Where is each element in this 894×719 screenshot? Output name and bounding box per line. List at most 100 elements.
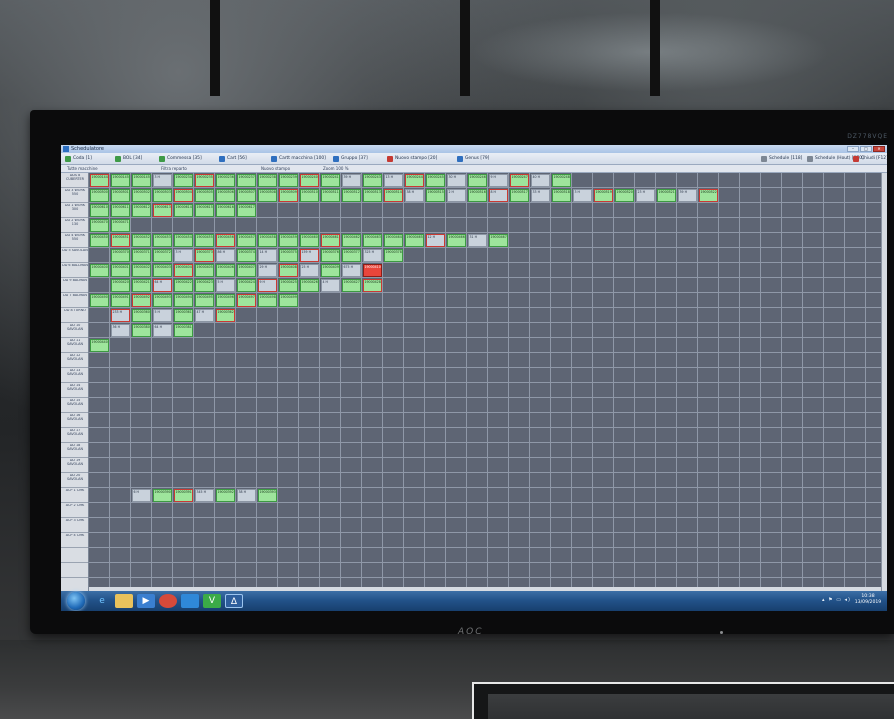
job-cell[interactable]: 19000405 [195, 264, 214, 277]
job-cell[interactable]: 8 H [489, 189, 508, 202]
outlook-icon[interactable] [181, 594, 199, 608]
job-cell[interactable]: 19000403 [153, 264, 172, 277]
ribbon-item[interactable]: BOL [34] [115, 155, 142, 163]
job-cell[interactable]: 19000509 [279, 189, 298, 202]
job-cell[interactable]: 19000421 [132, 279, 151, 292]
ribbon-item[interactable]: Gruppo [37] [333, 155, 368, 163]
job-cell[interactable]: 19000455 [195, 234, 214, 247]
job-cell[interactable]: 64 H [153, 279, 172, 292]
job-cell[interactable]: 19000381 [174, 324, 193, 337]
department-filter[interactable]: Filtra reparto [161, 165, 187, 173]
machine-filter[interactable]: Tutte macchine [67, 165, 98, 173]
job-cell[interactable]: 39 H [678, 189, 697, 202]
job-cell[interactable]: 19000453 [153, 234, 172, 247]
job-cell[interactable]: 19000518 [552, 189, 571, 202]
job-cell[interactable]: 19000144 [90, 174, 109, 187]
vertical-scrollbar[interactable] [881, 173, 887, 591]
job-cell[interactable]: 23 H [636, 189, 655, 202]
job-cell[interactable]: 19000490 [90, 294, 109, 307]
job-cell[interactable]: 19000377 [342, 249, 361, 262]
job-cell[interactable]: 19000391 [174, 489, 193, 502]
ie-icon[interactable]: e [93, 594, 111, 608]
job-cell[interactable]: 19000506 [216, 189, 235, 202]
job-cell[interactable]: 19000464 [384, 234, 403, 247]
job-cell[interactable]: 19000498 [258, 294, 277, 307]
job-cell[interactable]: 19000401 [111, 264, 130, 277]
ribbon-item[interactable]: Genus [79] [457, 155, 489, 163]
job-cell[interactable]: 19000460 [300, 234, 319, 247]
job-cell[interactable]: 19000374 [237, 249, 256, 262]
job-cell[interactable]: 19000390 [153, 489, 172, 502]
excel-icon[interactable]: V [203, 594, 221, 608]
job-cell[interactable]: 5 H [216, 279, 235, 292]
job-cell[interactable]: 19000406 [216, 264, 235, 277]
job-cell[interactable]: 19000380 [132, 324, 151, 337]
job-cell[interactable]: 19000507 [237, 189, 256, 202]
job-cell[interactable]: 19000145 [111, 174, 130, 187]
job-cell[interactable]: 33 H [531, 189, 550, 202]
job-cell[interactable]: 19000407 [237, 264, 256, 277]
job-cell[interactable]: 19000504 [174, 189, 193, 202]
job-cell[interactable]: 19000492 [132, 294, 151, 307]
job-cell[interactable]: 19000610 [90, 204, 109, 217]
job-cell[interactable]: 19000519 [594, 189, 613, 202]
job-cell[interactable]: 19000612 [132, 204, 151, 217]
job-cell[interactable]: 19000521 [657, 189, 676, 202]
job-cell[interactable]: 19000510 [300, 189, 319, 202]
job-cell[interactable]: 19000450 [90, 234, 109, 247]
job-cell[interactable]: 19000466 [447, 234, 466, 247]
job-cell[interactable]: 233 H [111, 309, 130, 322]
job-cell[interactable]: 19000361 [174, 309, 193, 322]
job-cell[interactable]: 38 H [237, 489, 256, 502]
ribbon-item[interactable]: Schedule [118] [761, 155, 802, 163]
job-cell[interactable]: 19000423 [195, 279, 214, 292]
job-cell[interactable]: 19000614 [174, 204, 193, 217]
job-cell[interactable]: 19000243 [363, 174, 382, 187]
job-cell[interactable]: 19000465 [405, 234, 424, 247]
job-cell[interactable]: 19000616 [216, 204, 235, 217]
job-cell[interactable]: 5 H [153, 309, 172, 322]
job-cell[interactable]: 3 H [153, 174, 172, 187]
job-cell[interactable]: 19000500 [90, 189, 109, 202]
job-cell[interactable]: 4 H [321, 279, 340, 292]
ribbon-item[interactable]: Coda [1] [65, 155, 92, 163]
job-cell[interactable]: 19000456 [216, 234, 235, 247]
job-cell[interactable]: 19000246 [468, 174, 487, 187]
maximize-button[interactable]: □ [860, 146, 872, 152]
job-cell[interactable]: 19000440 [90, 339, 109, 352]
job-cell[interactable]: 19000239 [279, 174, 298, 187]
schedule-grid[interactable]: 19000144 19000145 19000145 3 H 19000234 19000… [61, 173, 887, 591]
job-cell[interactable]: 19000238 [258, 174, 277, 187]
job-cell[interactable]: 19000247 [510, 174, 529, 187]
job-cell[interactable]: 36 H [111, 324, 130, 337]
job-cell[interactable]: 19000427 [342, 279, 361, 292]
ribbon-item[interactable]: Commessa [35] [159, 155, 202, 163]
job-cell[interactable]: 19000244 [405, 174, 424, 187]
job-cell[interactable]: 19000370 [111, 249, 130, 262]
job-cell[interactable]: 2 H [447, 189, 466, 202]
job-cell[interactable]: 19000145 [132, 174, 151, 187]
job-cell[interactable]: 12 H [426, 234, 445, 247]
job-cell[interactable]: 19000617 [237, 204, 256, 217]
job-cell[interactable]: 19000372 [153, 249, 172, 262]
job-cell[interactable]: 19000245 [426, 174, 445, 187]
job-cell[interactable]: 19000513 [363, 189, 382, 202]
job-cell[interactable]: 19000424 [237, 279, 256, 292]
job-cell[interactable]: 47 H [195, 309, 214, 322]
job-cell[interactable]: 19000615 [195, 204, 214, 217]
job-cell[interactable]: 38 H [405, 189, 424, 202]
job-cell[interactable]: 19000237 [237, 174, 256, 187]
job-cell[interactable]: 19000402 [132, 264, 151, 277]
job-cell[interactable]: 19000400 [90, 264, 109, 277]
media-icon[interactable]: ▶ [137, 594, 155, 608]
job-cell[interactable]: 19000496 [216, 294, 235, 307]
close-button[interactable]: ✕ [873, 146, 885, 152]
job-cell[interactable]: 25 H [300, 264, 319, 277]
job-cell[interactable]: 19000458 [258, 234, 277, 247]
job-cell[interactable]: 31 H [468, 234, 487, 247]
job-cell[interactable]: 19000376 [321, 249, 340, 262]
folder-icon[interactable] [115, 594, 133, 608]
job-cell[interactable]: 19000516 [468, 189, 487, 202]
job-cell[interactable]: 325 H [363, 249, 382, 262]
job-cell[interactable]: 19000452 [132, 234, 151, 247]
